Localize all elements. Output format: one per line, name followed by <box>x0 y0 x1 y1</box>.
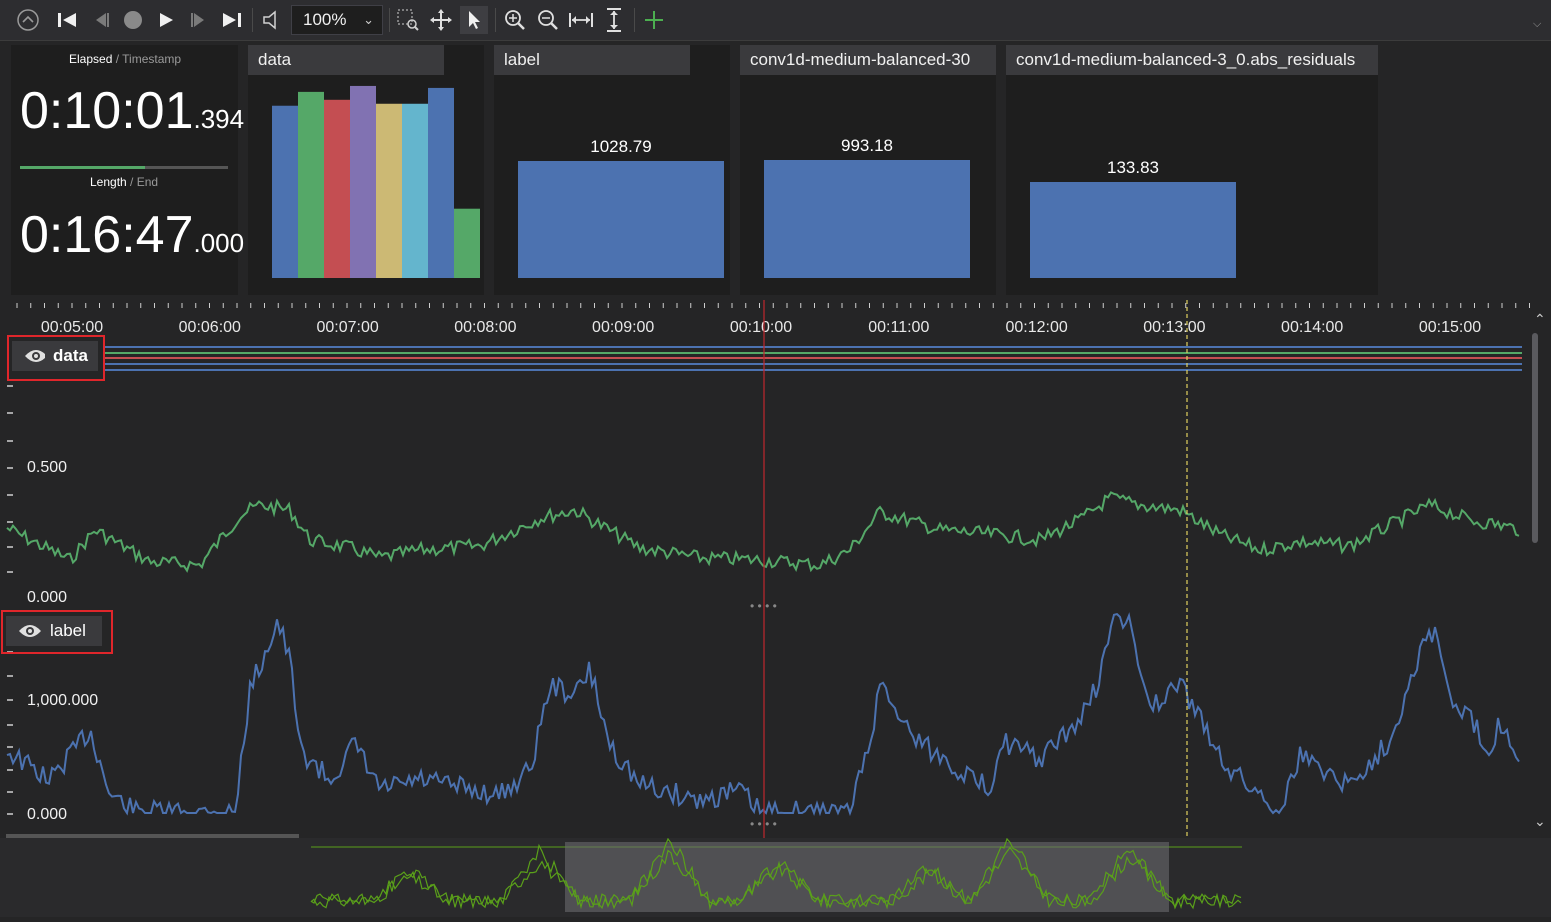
zoom-select[interactable]: 100% ⌄ <box>291 5 383 35</box>
eye-icon <box>25 350 46 362</box>
residuals-value: 133.83 <box>1107 158 1159 177</box>
residuals-panel-title: conv1d-medium-balanced-3_0.abs_residuals <box>1006 45 1378 75</box>
elapsed-main: 0:10:01 <box>20 82 194 140</box>
data-bar <box>428 87 454 278</box>
step-back-icon[interactable] <box>87 6 115 34</box>
step-forward-icon[interactable] <box>185 6 213 34</box>
residuals-bar <box>1030 182 1236 278</box>
data-panel-title: data <box>248 45 444 75</box>
label-y-top: 1,000.000 <box>27 692 99 709</box>
add-icon[interactable] <box>640 6 668 34</box>
length-time: 0:16:47.000 <box>20 205 244 265</box>
progress-fill <box>20 166 145 169</box>
data-bar <box>454 208 480 278</box>
model-panel: conv1d-medium-balanced-30 993.18 <box>740 45 996 295</box>
skip-start-icon[interactable] <box>53 6 81 34</box>
scroll-thumb[interactable] <box>1532 333 1538 543</box>
data-bar-chart <box>272 85 480 279</box>
model-panel-title: conv1d-medium-balanced-30 <box>740 45 996 75</box>
volume-icon[interactable] <box>258 6 286 34</box>
data-bar <box>402 103 428 278</box>
elapsed-caption: Elapsed / Timestamp <box>69 52 182 66</box>
elapsed-label: Elapsed <box>69 52 113 66</box>
zoom-out-icon[interactable] <box>534 6 562 34</box>
vertical-scrollbar[interactable]: ⌃ ⌄ <box>1530 305 1551 835</box>
play-icon[interactable] <box>152 6 180 34</box>
progress-bar <box>20 166 228 169</box>
eye-icon <box>19 625 41 637</box>
chevron-down-icon: ⌄ <box>363 12 374 27</box>
collapse-icon[interactable] <box>14 6 42 34</box>
timestamp-label: Timestamp <box>122 52 182 66</box>
length-caption: Length / End <box>90 175 159 189</box>
data-signal-line <box>6 491 1520 573</box>
time-panel: Elapsed / Timestamp 0:10:01.394 Length /… <box>11 45 244 295</box>
stop-icon[interactable] <box>119 6 147 34</box>
zoom-value: 100% <box>303 10 347 29</box>
elapsed-ms: .394 <box>193 104 245 134</box>
scroll-down-icon[interactable]: ⌄ <box>1534 813 1546 830</box>
data-y-top: 0.500 <box>27 459 68 476</box>
data-y-bottom: 0.000 <box>27 589 68 606</box>
data-bar <box>324 99 350 278</box>
data-track-button[interactable]: data <box>12 341 98 371</box>
skip-end-icon[interactable] <box>218 6 246 34</box>
data-bar <box>272 105 298 279</box>
fit-vertical-icon[interactable] <box>600 6 628 34</box>
length-label: Length <box>90 175 127 189</box>
data-panel: data <box>248 45 484 295</box>
toolbar: 100% ⌄ ⌵ <box>0 0 1551 41</box>
zoom-rect-icon[interactable] <box>394 6 422 34</box>
fit-horizontal-icon[interactable] <box>567 6 595 34</box>
label-panel: label 1028.79 <box>494 45 730 295</box>
label-track-label: label <box>50 621 86 640</box>
elapsed-time: 0:10:01.394 <box>20 81 244 141</box>
label-bar <box>518 161 724 278</box>
label-track-button[interactable]: label <box>6 616 102 646</box>
label-signal-line <box>6 612 1520 817</box>
select-icon[interactable] <box>460 6 488 34</box>
residuals-panel: conv1d-medium-balanced-3_0.abs_residuals… <box>1006 45 1378 295</box>
svg-text:• • • •: • • • • <box>750 817 777 831</box>
model-bar <box>764 160 970 278</box>
end-label: End <box>136 175 159 189</box>
label-y-bottom: 0.000 <box>27 806 68 823</box>
data-track-label: data <box>53 346 88 365</box>
zoom-in-icon[interactable] <box>501 6 529 34</box>
data-bar <box>298 91 324 278</box>
timeline-area[interactable]: • • • • • • • • <box>0 300 1530 840</box>
label-panel-title: label <box>494 45 690 75</box>
overflow-icon[interactable]: ⌵ <box>1533 18 1541 31</box>
model-value: 993.18 <box>841 136 893 155</box>
data-bar <box>350 85 376 278</box>
pan-icon[interactable] <box>427 6 455 34</box>
label-value: 1028.79 <box>590 137 652 156</box>
data-bar <box>376 103 402 278</box>
overview-minimap[interactable] <box>0 837 1551 917</box>
scroll-up-icon[interactable]: ⌃ <box>1534 311 1546 328</box>
svg-text:• • • •: • • • • <box>750 599 777 613</box>
length-main: 0:16:47 <box>20 206 194 264</box>
length-ms: .000 <box>193 228 245 258</box>
